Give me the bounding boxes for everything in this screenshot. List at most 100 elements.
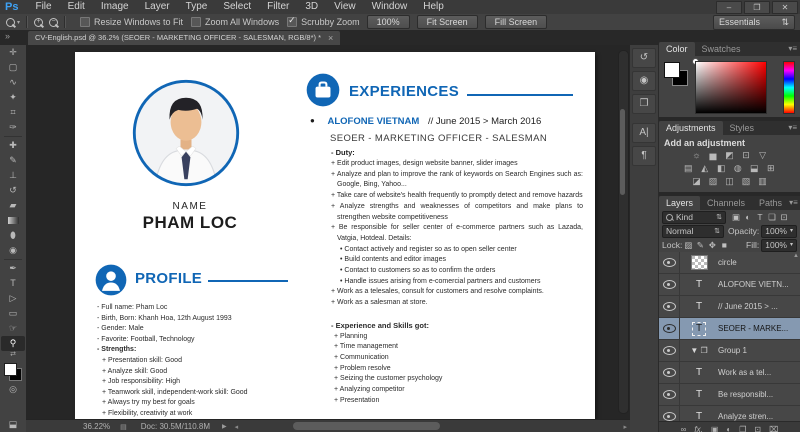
foreground-color-swatch[interactable] (664, 62, 680, 78)
menu-view[interactable]: View (326, 0, 364, 14)
lock-transparency-icon[interactable]: ▨ (682, 240, 694, 251)
layer-row-group[interactable]: ▼ ❐ Group 1 (659, 340, 800, 362)
vibrance-icon[interactable]: ▽ (756, 149, 770, 162)
quick-selection-tool[interactable]: ✦ (1, 90, 25, 105)
fit-screen-button[interactable]: Fit Screen (416, 15, 478, 29)
panel-menu-icon[interactable]: ▾≡ (789, 196, 798, 210)
layer-comps-panel-icon[interactable]: ❐ (632, 94, 656, 114)
horizontal-scrollbar-thumb[interactable] (293, 422, 440, 430)
new-layer-icon[interactable]: ⊡ (754, 425, 761, 432)
filter-shape-layers-icon[interactable]: ❏ (766, 212, 778, 223)
zoom-out-icon[interactable]: − (49, 17, 59, 27)
levels-icon[interactable]: ▅ (706, 149, 720, 162)
fill-field[interactable]: 100% ▾ (761, 238, 797, 252)
screen-mode-button[interactable]: ⬓ (1, 417, 25, 432)
visibility-eye-icon[interactable] (662, 324, 676, 333)
color-lookup-icon[interactable]: ⊞ (764, 162, 778, 175)
character-panel-icon[interactable]: A| (632, 123, 656, 143)
tab-adjustments[interactable]: Adjustments (659, 121, 723, 135)
color-balance-icon[interactable]: ◭ (698, 162, 712, 175)
eyedropper-tool[interactable]: ✑ (1, 120, 25, 135)
visibility-eye-icon[interactable] (662, 390, 676, 399)
black-white-icon[interactable]: ◧ (714, 162, 728, 175)
foreground-color-swatch[interactable] (4, 363, 17, 376)
selective-color-icon[interactable]: ▥ (756, 175, 770, 188)
document-tab[interactable]: CV-English.psd @ 36.2% (SEOER - MARKETIN… (28, 31, 341, 45)
marquee-tool[interactable]: ▢ (1, 60, 25, 75)
vertical-scrollbar-thumb[interactable] (620, 109, 625, 195)
channel-mixer-icon[interactable]: ⬓ (747, 162, 761, 175)
layer-row-text[interactable]: T ALOFONE VIETN... (659, 274, 800, 296)
visibility-eye-icon[interactable] (662, 346, 676, 355)
menu-help[interactable]: Help (415, 0, 452, 14)
layer-row-text[interactable]: T Work as a tel... (659, 362, 800, 384)
curves-icon[interactable]: ◩ (723, 149, 737, 162)
menu-image[interactable]: Image (93, 0, 137, 14)
layer-row-text[interactable]: T Analyze stren... (659, 406, 800, 421)
visibility-eye-icon[interactable] (662, 302, 676, 311)
tab-styles[interactable]: Styles (723, 121, 762, 135)
layer-filter-dropdown[interactable]: Kind ⇅ (662, 210, 726, 224)
tab-layers[interactable]: Layers (659, 196, 701, 210)
history-panel-icon[interactable]: ↺ (632, 48, 656, 68)
photo-filter-icon[interactable]: ◍ (731, 162, 745, 175)
dodge-tool[interactable]: ◉ (1, 243, 25, 258)
menu-3d[interactable]: 3D (297, 0, 326, 14)
menu-layer[interactable]: Layer (137, 0, 178, 14)
tab-swatches[interactable]: Swatches (695, 42, 748, 56)
new-adjustment-layer-icon[interactable]: ◐ (726, 425, 731, 432)
menu-type[interactable]: Type (178, 0, 216, 14)
lock-position-icon[interactable]: ✥ (706, 240, 718, 251)
healing-brush-tool[interactable]: ✚ (1, 138, 25, 153)
fill-screen-button[interactable]: Fill Screen (484, 15, 548, 29)
minimize-button[interactable]: – (716, 0, 742, 14)
path-selection-tool[interactable]: ▷ (1, 291, 25, 306)
shape-tool[interactable]: ▭ (1, 306, 25, 321)
zoom-in-icon[interactable]: + (34, 17, 44, 27)
swap-colors-icon[interactable]: ⇄ (10, 351, 16, 359)
zoom-tool-icon[interactable] (6, 17, 15, 27)
tool-preset-caret-icon[interactable]: ▾ (17, 19, 20, 26)
blend-mode-dropdown[interactable]: Normal ⇅ (662, 224, 725, 238)
new-group-icon[interactable]: ❐ (739, 425, 746, 432)
crop-tool[interactable]: ⌗ (1, 105, 25, 120)
menu-filter[interactable]: Filter (259, 0, 297, 14)
tab-paths[interactable]: Paths (752, 196, 789, 210)
group-expander-icon[interactable]: ▼ (690, 346, 698, 355)
brightness-contrast-icon[interactable]: ☼ (689, 149, 703, 162)
paragraph-panel-icon[interactable]: ¶ (632, 146, 656, 166)
link-layers-icon[interactable]: ∞ (681, 425, 687, 432)
filter-pixel-layers-icon[interactable]: ▣ (730, 212, 742, 223)
resize-windows-checkbox[interactable] (80, 17, 91, 27)
scroll-left-icon[interactable]: ◂ (235, 423, 239, 431)
workspace-switcher[interactable]: Essentials ⇅ (713, 15, 795, 30)
close-button[interactable]: ✕ (772, 0, 798, 14)
tab-close-icon[interactable]: × (328, 31, 333, 45)
visibility-eye-icon[interactable] (662, 412, 676, 421)
layer-row-text[interactable]: T Be responsibl... (659, 384, 800, 406)
foreground-background-swatches[interactable] (3, 362, 23, 382)
filter-type-layers-icon[interactable]: T (754, 212, 766, 222)
history-brush-tool[interactable]: ↺ (1, 183, 25, 198)
brush-tool[interactable]: ✎ (1, 153, 25, 168)
tab-color[interactable]: Color (659, 42, 695, 56)
lock-pixels-icon[interactable]: ✎ (694, 240, 706, 251)
lock-all-icon[interactable]: ■ (718, 240, 730, 250)
exposure-icon[interactable]: ⊡ (739, 149, 753, 162)
move-tool[interactable]: ✛ (1, 45, 25, 60)
eraser-tool[interactable]: ▰ (1, 198, 25, 213)
add-layer-mask-icon[interactable]: ▣ (711, 425, 719, 432)
visibility-eye-icon[interactable] (662, 280, 676, 289)
scroll-up-icon[interactable]: ▲ (793, 253, 799, 259)
invert-icon[interactable]: ◪ (689, 175, 703, 188)
hue-ramp[interactable] (783, 61, 795, 114)
hue-saturation-icon[interactable]: ▤ (681, 162, 695, 175)
saturation-brightness-field[interactable] (695, 61, 767, 114)
tab-channels[interactable]: Channels (700, 196, 752, 210)
collapse-tools-icon[interactable]: » (5, 31, 10, 41)
canvas-page[interactable]: NAME PHAM LOC PROFILE - Full name: Pham … (75, 52, 595, 419)
layer-row-text[interactable]: T // June 2015 > ... (659, 296, 800, 318)
panel-menu-icon[interactable]: ▾≡ (788, 121, 797, 135)
zoom-level-field[interactable]: 36.22% (83, 422, 110, 431)
panel-menu-icon[interactable]: ▾≡ (788, 42, 797, 56)
